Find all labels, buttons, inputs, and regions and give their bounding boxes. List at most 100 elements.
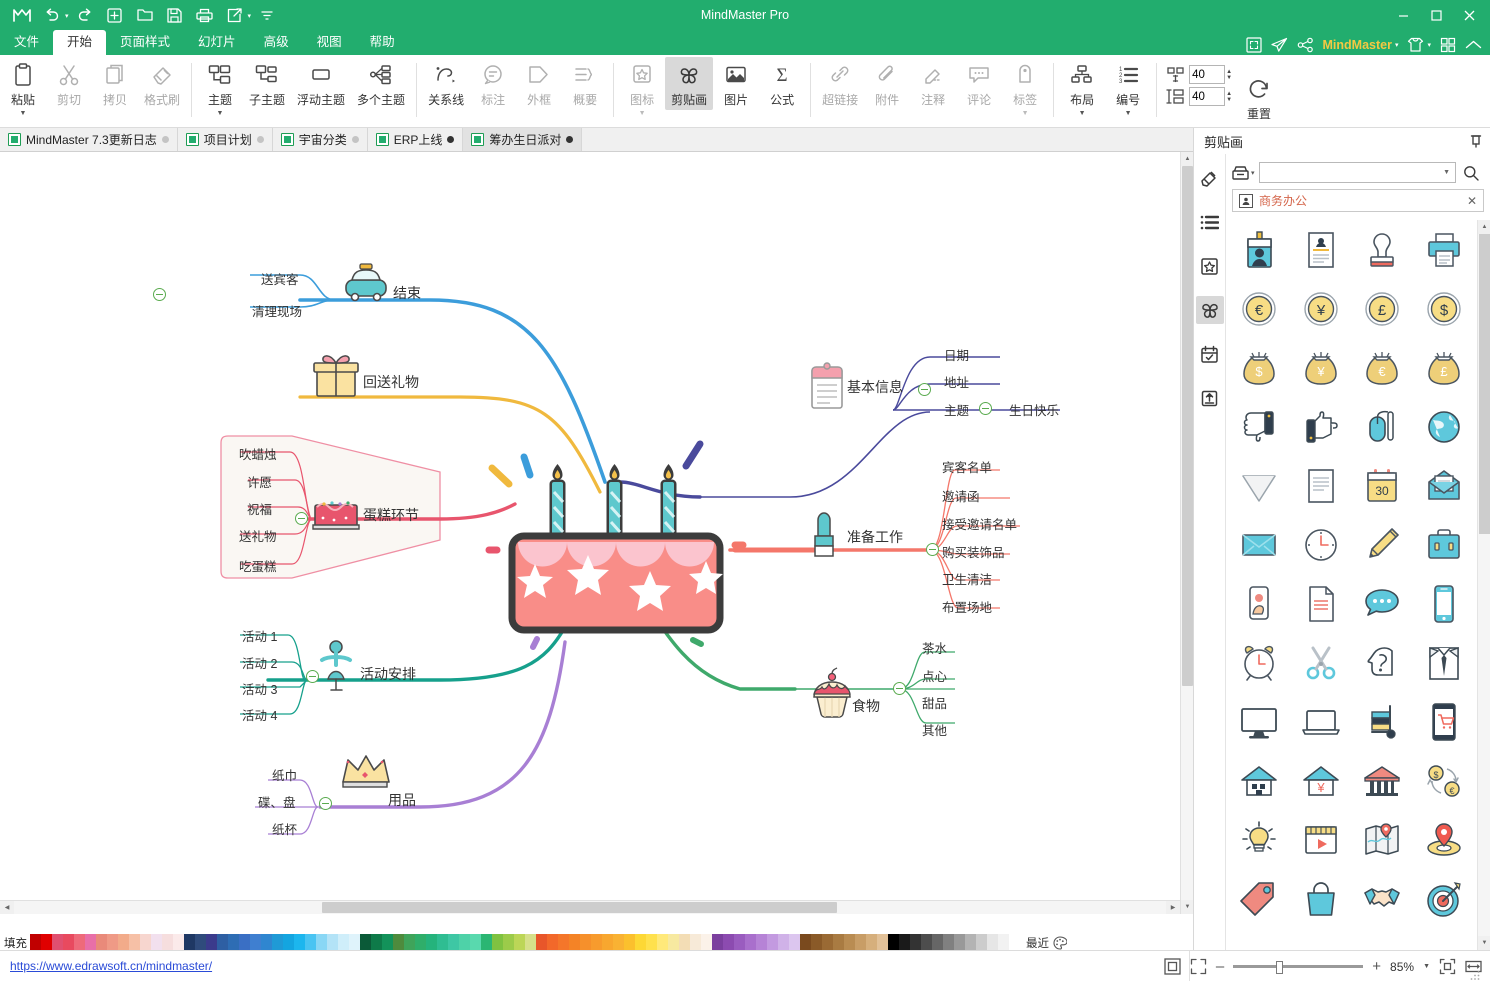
color-swatch[interactable] [943,934,954,951]
child-label-supplies-1[interactable]: 碟、盘 [258,792,296,811]
open-icon[interactable] [131,3,159,27]
color-swatch[interactable] [613,934,624,951]
chevron-down-icon[interactable]: ▼ [1440,169,1453,176]
apps-icon[interactable] [1440,37,1456,53]
grandchild-label-birthday[interactable]: 生日快乐 [1009,400,1059,419]
color-swatch[interactable] [954,934,965,951]
mindmap-canvas[interactable]: 结束 送宾客 清理现场 回送礼物 蛋糕环节 吹蜡烛 许愿 祝福 送礼物 吃蛋糕 … [0,152,1193,914]
clipart-lightbulb-icon[interactable] [1228,810,1290,869]
collapse-toggle-cake[interactable] [295,512,308,525]
color-swatch[interactable] [63,934,74,951]
theme-dropdown-icon[interactable]: ▾ [1427,41,1431,49]
color-swatch[interactable] [558,934,569,951]
collapse-toggle-preparation[interactable] [926,543,939,556]
color-swatch[interactable] [41,934,52,951]
clipart-computer-mouse-icon[interactable] [1352,397,1414,456]
clipart-printer-icon[interactable] [1413,220,1475,279]
branch-label-return-gift[interactable]: 回送礼物 [363,372,419,392]
clipart-scissors-icon[interactable] [1290,633,1352,692]
color-swatch[interactable] [635,934,646,951]
color-swatch[interactable] [580,934,591,951]
color-swatch[interactable] [789,934,800,951]
child-label-end-0[interactable]: 送宾客 [261,269,299,288]
undo-icon[interactable] [38,3,66,27]
status-link[interactable]: https://www.edrawsoft.cn/mindmaster/ [10,959,212,973]
color-swatch[interactable] [679,934,690,951]
hyperlink-button[interactable]: 超链接 [816,57,864,110]
color-swatch[interactable] [756,934,767,951]
clipart-document-red-lines-icon[interactable] [1290,574,1352,633]
doc-tab-status-dot[interactable] [566,136,573,143]
zoom-in-button[interactable]: + [1372,958,1381,975]
color-swatch[interactable] [74,934,85,951]
clipart-stamp-icon[interactable] [1352,220,1414,279]
child-label-food-2[interactable]: 甜品 [922,693,947,712]
color-swatch[interactable] [85,934,96,951]
scroll-left-icon[interactable]: ◀ [0,901,14,914]
callout-button[interactable]: 标注 [470,57,516,110]
color-swatch[interactable] [470,934,481,951]
vertical-spacing-stepper[interactable]: ▲▼ [1226,91,1232,103]
color-swatch[interactable] [998,934,1009,951]
color-swatch[interactable] [569,934,580,951]
color-swatch[interactable] [250,934,261,951]
color-swatch[interactable] [965,934,976,951]
clipart-location-pin-icon[interactable] [1413,810,1475,869]
color-swatch[interactable] [151,934,162,951]
color-swatch[interactable] [184,934,195,951]
clipart-bank-building-icon[interactable] [1352,751,1414,810]
clipart-currency-exchange-icon[interactable]: $€ [1413,751,1475,810]
color-swatch[interactable] [448,934,459,951]
multi-topic-button[interactable]: 多个主题 [351,57,411,110]
brand-dropdown-icon[interactable]: ▾ [1395,41,1399,49]
canvas-vertical-scrollbar[interactable]: ▲ ▼ [1180,152,1193,914]
note-button[interactable]: 注释 [910,57,956,110]
search-icon[interactable] [1460,165,1482,181]
collapse-toggle-supplies[interactable] [319,797,332,810]
vscroll-thumb[interactable] [1182,166,1193,686]
color-swatch[interactable] [1009,934,1020,951]
color-swatch[interactable] [778,934,789,951]
child-label-food-0[interactable]: 茶水 [922,638,947,657]
icon-library-icon[interactable] [1196,252,1224,280]
reset-button[interactable]: 重置 [1236,71,1282,124]
icon-button[interactable]: 图标 ▼ [619,57,665,119]
clipart-pound-money-bag-icon[interactable]: £ [1413,338,1475,397]
color-swatch[interactable] [393,934,404,951]
clipart-pencil-icon[interactable] [1352,515,1414,574]
clipart-desktop-monitor-icon[interactable] [1228,692,1290,751]
clipart-pound-coin-icon[interactable]: £ [1352,279,1414,338]
clipart-shopping-bag-icon[interactable] [1290,869,1352,928]
branch-label-basic-info[interactable]: 基本信息 [847,377,903,397]
child-label-prep-4[interactable]: 卫生清洁 [942,569,992,588]
color-swatch[interactable] [712,934,723,951]
color-swatch[interactable] [327,934,338,951]
clipart-shirt-tie-icon[interactable] [1413,633,1475,692]
branch-label-preparation[interactable]: 准备工作 [847,527,903,547]
clipart-thumbs-up-icon[interactable] [1290,397,1352,456]
print-icon[interactable] [191,3,219,27]
pin-icon[interactable] [1470,135,1482,148]
child-label-prep-1[interactable]: 邀请函 [942,486,980,505]
child-label-cake-4[interactable]: 吃蛋糕 [239,556,277,575]
picture-button[interactable]: 图片 [713,57,759,110]
child-label-activity-0[interactable]: 活动 1 [242,626,277,645]
zoom-out-button[interactable]: – [1216,958,1224,975]
clipart-touch-phone-icon[interactable] [1228,574,1290,633]
color-swatch[interactable] [514,934,525,951]
collapse-toggle-end[interactable] [153,288,166,301]
doc-tab-0[interactable]: MindMaster 7.3更新日志 [0,128,178,151]
doc-tab-status-dot[interactable] [257,136,264,143]
search-input[interactable] [1265,167,1441,179]
clipart-yen-money-bag-icon[interactable]: ¥ [1290,338,1352,397]
zoom-level[interactable]: 85% [1390,960,1414,974]
collapse-ribbon-icon[interactable] [1465,39,1482,51]
color-swatch[interactable] [206,934,217,951]
relation-line-button[interactable]: 关系线 [422,57,470,110]
child-label-prep-2[interactable]: 接受邀请名单 [942,514,1017,533]
scroll-up-icon[interactable]: ▲ [1478,220,1490,234]
color-swatch[interactable] [316,934,327,951]
color-swatch[interactable] [734,934,745,951]
paste-button[interactable]: 粘贴 ▼ [0,57,46,119]
numbering-button[interactable]: 123 编号 ▼ [1105,57,1151,119]
